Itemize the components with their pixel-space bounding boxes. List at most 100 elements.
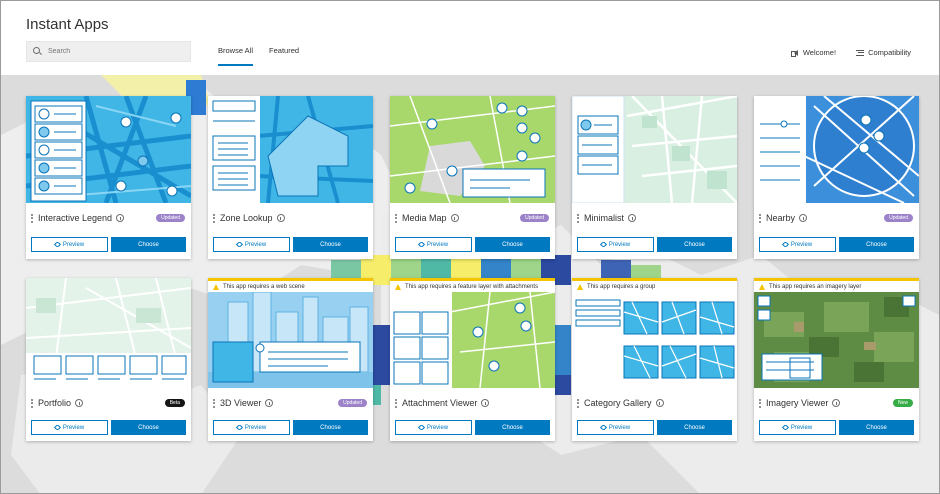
kebab-icon[interactable]: [759, 213, 761, 223]
app-card[interactable]: This app requires an imagery layer Image…: [754, 278, 919, 441]
eye-icon: [53, 423, 61, 432]
app-card[interactable]: Nearby Updated Preview Choose: [754, 96, 919, 259]
card-title: Interactive Legend: [38, 213, 113, 223]
status-badge: Updated: [156, 214, 185, 222]
info-icon[interactable]: [75, 399, 84, 407]
preview-button[interactable]: Preview: [213, 237, 290, 252]
warning-icon: [213, 283, 219, 290]
choose-button[interactable]: Choose: [293, 420, 368, 435]
preview-button[interactable]: Preview: [759, 420, 836, 435]
info-icon[interactable]: [481, 399, 490, 407]
app-card[interactable]: Interactive Legend Updated Preview Choos…: [26, 96, 191, 259]
choose-button[interactable]: Choose: [475, 420, 550, 435]
info-icon[interactable]: [628, 214, 637, 222]
tab-bar: Browse All Featured: [218, 46, 299, 66]
app-card[interactable]: Minimalist Preview Choose: [572, 96, 737, 259]
app-card[interactable]: Media Map Updated Preview Choose: [390, 96, 555, 259]
choose-button[interactable]: Choose: [111, 420, 186, 435]
attachment-viewer-thumbnail-icon: [390, 292, 555, 388]
card-title: 3D Viewer: [220, 398, 262, 408]
preview-label: Preview: [608, 424, 631, 431]
choose-button[interactable]: Choose: [475, 237, 550, 252]
warning-icon: [759, 283, 765, 290]
app-card[interactable]: This app requires a group Category Galle…: [572, 278, 737, 441]
kebab-icon[interactable]: [577, 398, 579, 408]
preview-button[interactable]: Preview: [31, 420, 108, 435]
compatibility-label: Compatibility: [868, 48, 911, 57]
kebab-icon[interactable]: [395, 213, 397, 223]
info-icon[interactable]: [265, 399, 274, 407]
imagery-viewer-thumbnail-icon: [754, 292, 919, 388]
status-badge: Updated: [338, 399, 367, 407]
preview-button[interactable]: Preview: [395, 237, 472, 252]
card-actions: Preview Choose: [31, 420, 186, 435]
choose-button[interactable]: Choose: [839, 420, 914, 435]
minimalist-thumbnail-icon: [572, 96, 737, 203]
card-title-row: Minimalist: [572, 208, 737, 228]
card-actions: Preview Choose: [213, 237, 368, 252]
choose-button[interactable]: Choose: [839, 237, 914, 252]
app-card[interactable]: This app requires a feature layer with a…: [390, 278, 555, 441]
eye-icon: [417, 240, 425, 249]
preview-button[interactable]: Preview: [577, 420, 654, 435]
requirement-text: This app requires an imagery layer: [769, 283, 862, 290]
status-badge: Updated: [884, 214, 913, 222]
app-card[interactable]: This app requires a web scene 3D Viewer …: [208, 278, 373, 441]
info-icon[interactable]: [655, 399, 664, 407]
tab-featured[interactable]: Featured: [269, 46, 299, 66]
preview-button[interactable]: Preview: [395, 420, 472, 435]
info-icon[interactable]: [799, 214, 808, 222]
info-icon[interactable]: [832, 399, 841, 407]
card-thumbnail: [572, 292, 737, 388]
megaphone-icon: [790, 49, 799, 57]
info-icon[interactable]: [450, 214, 459, 222]
card-actions: Preview Choose: [577, 237, 732, 252]
eye-icon: [53, 240, 61, 249]
search-box[interactable]: [26, 41, 191, 62]
card-thumbnail: [572, 96, 737, 203]
card-title-row: 3D Viewer Updated: [208, 393, 373, 413]
search-input[interactable]: [48, 48, 188, 55]
tab-browse-all[interactable]: Browse All: [218, 46, 254, 66]
preview-button[interactable]: Preview: [577, 237, 654, 252]
info-icon[interactable]: [116, 214, 125, 222]
kebab-icon[interactable]: [31, 398, 33, 408]
kebab-icon[interactable]: [395, 398, 397, 408]
card-thumbnail: [208, 96, 373, 203]
3d-viewer-thumbnail-icon: [208, 292, 373, 388]
kebab-icon[interactable]: [31, 213, 33, 223]
requirement-banner: This app requires a group: [572, 281, 737, 292]
card-thumbnail: [754, 292, 919, 388]
kebab-icon[interactable]: [213, 398, 215, 408]
preview-label: Preview: [608, 241, 631, 248]
card-title: Imagery Viewer: [766, 398, 829, 408]
app-card[interactable]: Zone Lookup Preview Choose: [208, 96, 373, 259]
portfolio-thumbnail-icon: [26, 278, 191, 388]
card-thumbnail: [208, 292, 373, 388]
card-title-row: Attachment Viewer: [390, 393, 555, 413]
preview-button[interactable]: Preview: [31, 237, 108, 252]
card-actions: Preview Choose: [759, 237, 914, 252]
app-card[interactable]: Portfolio Beta Preview Choose: [26, 278, 191, 441]
kebab-icon[interactable]: [759, 398, 761, 408]
header-actions: Welcome! Compatibility: [790, 48, 911, 57]
requirement-text: This app requires a web scene: [223, 283, 305, 290]
kebab-icon[interactable]: [577, 213, 579, 223]
search-icon: [33, 47, 42, 56]
kebab-icon[interactable]: [213, 213, 215, 223]
compatibility-button[interactable]: Compatibility: [856, 48, 911, 57]
welcome-button[interactable]: Welcome!: [790, 48, 836, 57]
card-actions: Preview Choose: [395, 420, 550, 435]
card-actions: Preview Choose: [577, 420, 732, 435]
choose-button[interactable]: Choose: [657, 237, 732, 252]
card-title-row: Imagery Viewer New: [754, 393, 919, 413]
card-thumbnail: [390, 96, 555, 203]
info-icon[interactable]: [276, 214, 285, 222]
choose-button[interactable]: Choose: [111, 237, 186, 252]
preview-button[interactable]: Preview: [213, 420, 290, 435]
preview-button[interactable]: Preview: [759, 237, 836, 252]
eye-icon: [599, 240, 607, 249]
choose-button[interactable]: Choose: [657, 420, 732, 435]
card-thumbnail: [754, 96, 919, 203]
choose-button[interactable]: Choose: [293, 237, 368, 252]
